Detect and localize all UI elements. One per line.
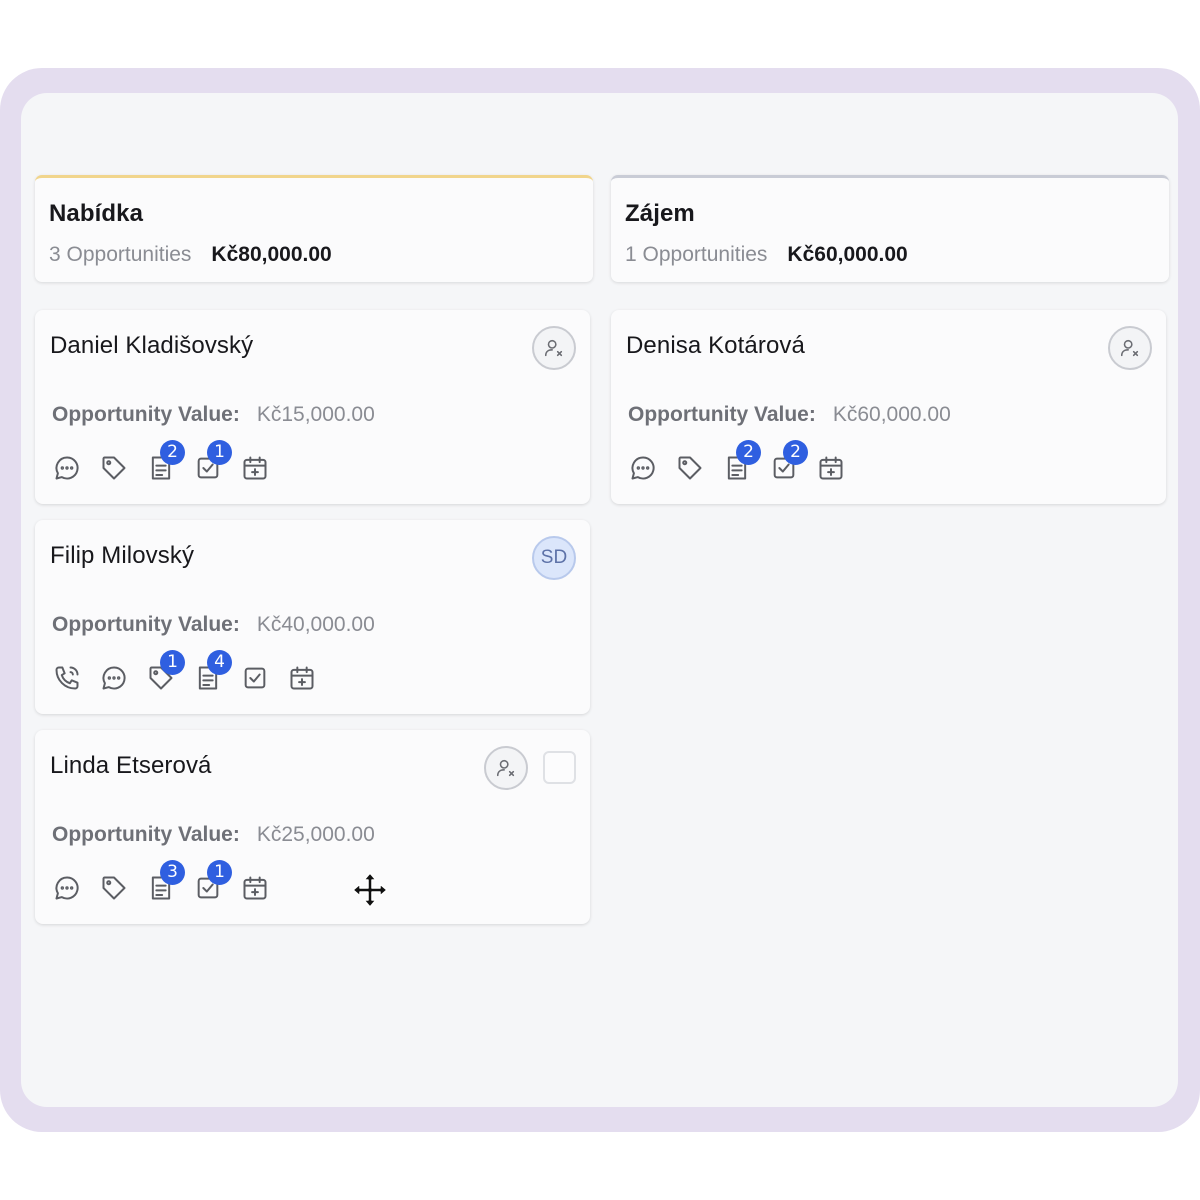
move-cursor-icon [352, 872, 388, 908]
notes-button[interactable]: 2 [719, 440, 761, 486]
stage-column-nabidka: Nabídka 3 Opportunities Kč80,000.00 Dani… [35, 175, 593, 924]
unassigned-user-icon [1120, 339, 1139, 357]
assign-user-button[interactable] [532, 326, 576, 370]
notes-count-badge: 3 [160, 860, 185, 885]
opportunity-value-label: Opportunity Value: [52, 823, 240, 846]
opportunity-value-amount: Kč40,000.00 [256, 613, 375, 636]
opportunity-value: Opportunity Value: Kč60,000.00 [628, 403, 951, 427]
assign-user-button[interactable] [484, 746, 528, 790]
pipeline-board: Nabídka 3 Opportunities Kč80,000.00 Dani… [21, 93, 1178, 1107]
opportunity-value-label: Opportunity Value: [628, 403, 816, 426]
task-icon [244, 667, 266, 689]
calendar-add-icon [819, 456, 843, 480]
stage-opportunity-count: 1 Opportunities [625, 243, 768, 266]
assign-user-button[interactable] [1108, 326, 1152, 370]
opportunity-card[interactable]: Daniel Kladišovský Opportunity Value: Kč… [35, 310, 590, 504]
select-checkbox[interactable] [543, 751, 576, 784]
book-appointment-button[interactable] [237, 450, 273, 486]
tag-icon [678, 456, 702, 480]
opportunity-card[interactable]: Denisa Kotárová Opportunity Value: Kč60,… [611, 310, 1166, 504]
chat-icon [55, 456, 79, 480]
opportunity-value: Opportunity Value: Kč40,000.00 [52, 613, 375, 637]
tasks-count-badge: 1 [207, 860, 232, 885]
card-actions: 3 1 [49, 860, 273, 906]
card-actions: 1 4 [49, 650, 320, 696]
opportunity-value-amount: Kč15,000.00 [256, 403, 375, 426]
conversations-button[interactable] [49, 450, 85, 486]
tasks-button[interactable]: 1 [190, 440, 232, 486]
opportunity-value-amount: Kč25,000.00 [256, 823, 375, 846]
opportunity-card[interactable]: Filip Milovský SD Opportunity Value: Kč4… [35, 520, 590, 714]
calendar-add-icon [290, 666, 314, 690]
opportunity-value: Opportunity Value: Kč15,000.00 [52, 403, 375, 427]
opportunity-value: Opportunity Value: Kč25,000.00 [52, 823, 375, 847]
conversations-button[interactable] [49, 870, 85, 906]
conversations-button[interactable] [625, 450, 661, 486]
stage-column-zajem: Zájem 1 Opportunities Kč60,000.00 Denisa… [611, 175, 1169, 504]
tags-button[interactable] [96, 870, 132, 906]
tasks-button[interactable]: 2 [766, 440, 808, 486]
unassigned-user-icon [544, 339, 563, 357]
tags-button[interactable] [96, 450, 132, 486]
tags-button[interactable]: 1 [143, 650, 185, 696]
tag-icon [102, 876, 126, 900]
notes-count-badge: 2 [736, 440, 761, 465]
conversations-button[interactable] [96, 660, 132, 696]
opportunity-value-label: Opportunity Value: [52, 613, 240, 636]
stage-header: Nabídka 3 Opportunities Kč80,000.00 [35, 175, 593, 282]
chat-icon [102, 666, 126, 690]
call-button[interactable] [49, 660, 85, 696]
opportunity-value-amount: Kč60,000.00 [832, 403, 951, 426]
unassigned-user-icon [496, 759, 515, 777]
tasks-count-badge: 2 [783, 440, 808, 465]
tasks-button[interactable]: 1 [190, 860, 232, 906]
stage-total-value: Kč80,000.00 [211, 243, 332, 266]
notes-count-badge: 4 [207, 650, 232, 675]
card-actions: 2 2 [625, 440, 849, 486]
book-appointment-button[interactable] [813, 450, 849, 486]
phone-icon [55, 666, 79, 690]
notes-button[interactable]: 3 [143, 860, 185, 906]
assigned-user-avatar[interactable]: SD [532, 536, 576, 580]
stage-header: Zájem 1 Opportunities Kč60,000.00 [611, 175, 1169, 282]
tasks-count-badge: 1 [207, 440, 232, 465]
stage-opportunity-count: 3 Opportunities [49, 243, 192, 266]
stage-total-value: Kč60,000.00 [787, 243, 908, 266]
tag-icon [102, 456, 126, 480]
calendar-add-icon [243, 876, 267, 900]
tags-button[interactable] [672, 450, 708, 486]
opportunity-value-label: Opportunity Value: [52, 403, 240, 426]
contact-name[interactable]: Filip Milovský [50, 542, 576, 570]
opportunity-card[interactable]: Linda Etserová Opportunity Value: Kč25,0… [35, 730, 590, 924]
card-actions: 2 1 [49, 440, 273, 486]
chat-icon [631, 456, 655, 480]
calendar-add-icon [243, 456, 267, 480]
notes-count-badge: 2 [160, 440, 185, 465]
chat-icon [55, 876, 79, 900]
notes-button[interactable]: 2 [143, 440, 185, 486]
tags-count-badge: 1 [160, 650, 185, 675]
notes-button[interactable]: 4 [190, 650, 232, 696]
stage-meta: 3 Opportunities Kč80,000.00 [49, 243, 579, 267]
contact-name[interactable]: Daniel Kladišovský [50, 332, 576, 360]
tasks-button[interactable] [237, 660, 273, 696]
stage-title: Nabídka [49, 200, 144, 227]
book-appointment-button[interactable] [237, 870, 273, 906]
contact-name[interactable]: Denisa Kotárová [626, 332, 1152, 360]
stage-meta: 1 Opportunities Kč60,000.00 [625, 243, 1155, 267]
book-appointment-button[interactable] [284, 660, 320, 696]
stage-title: Zájem [625, 200, 695, 227]
